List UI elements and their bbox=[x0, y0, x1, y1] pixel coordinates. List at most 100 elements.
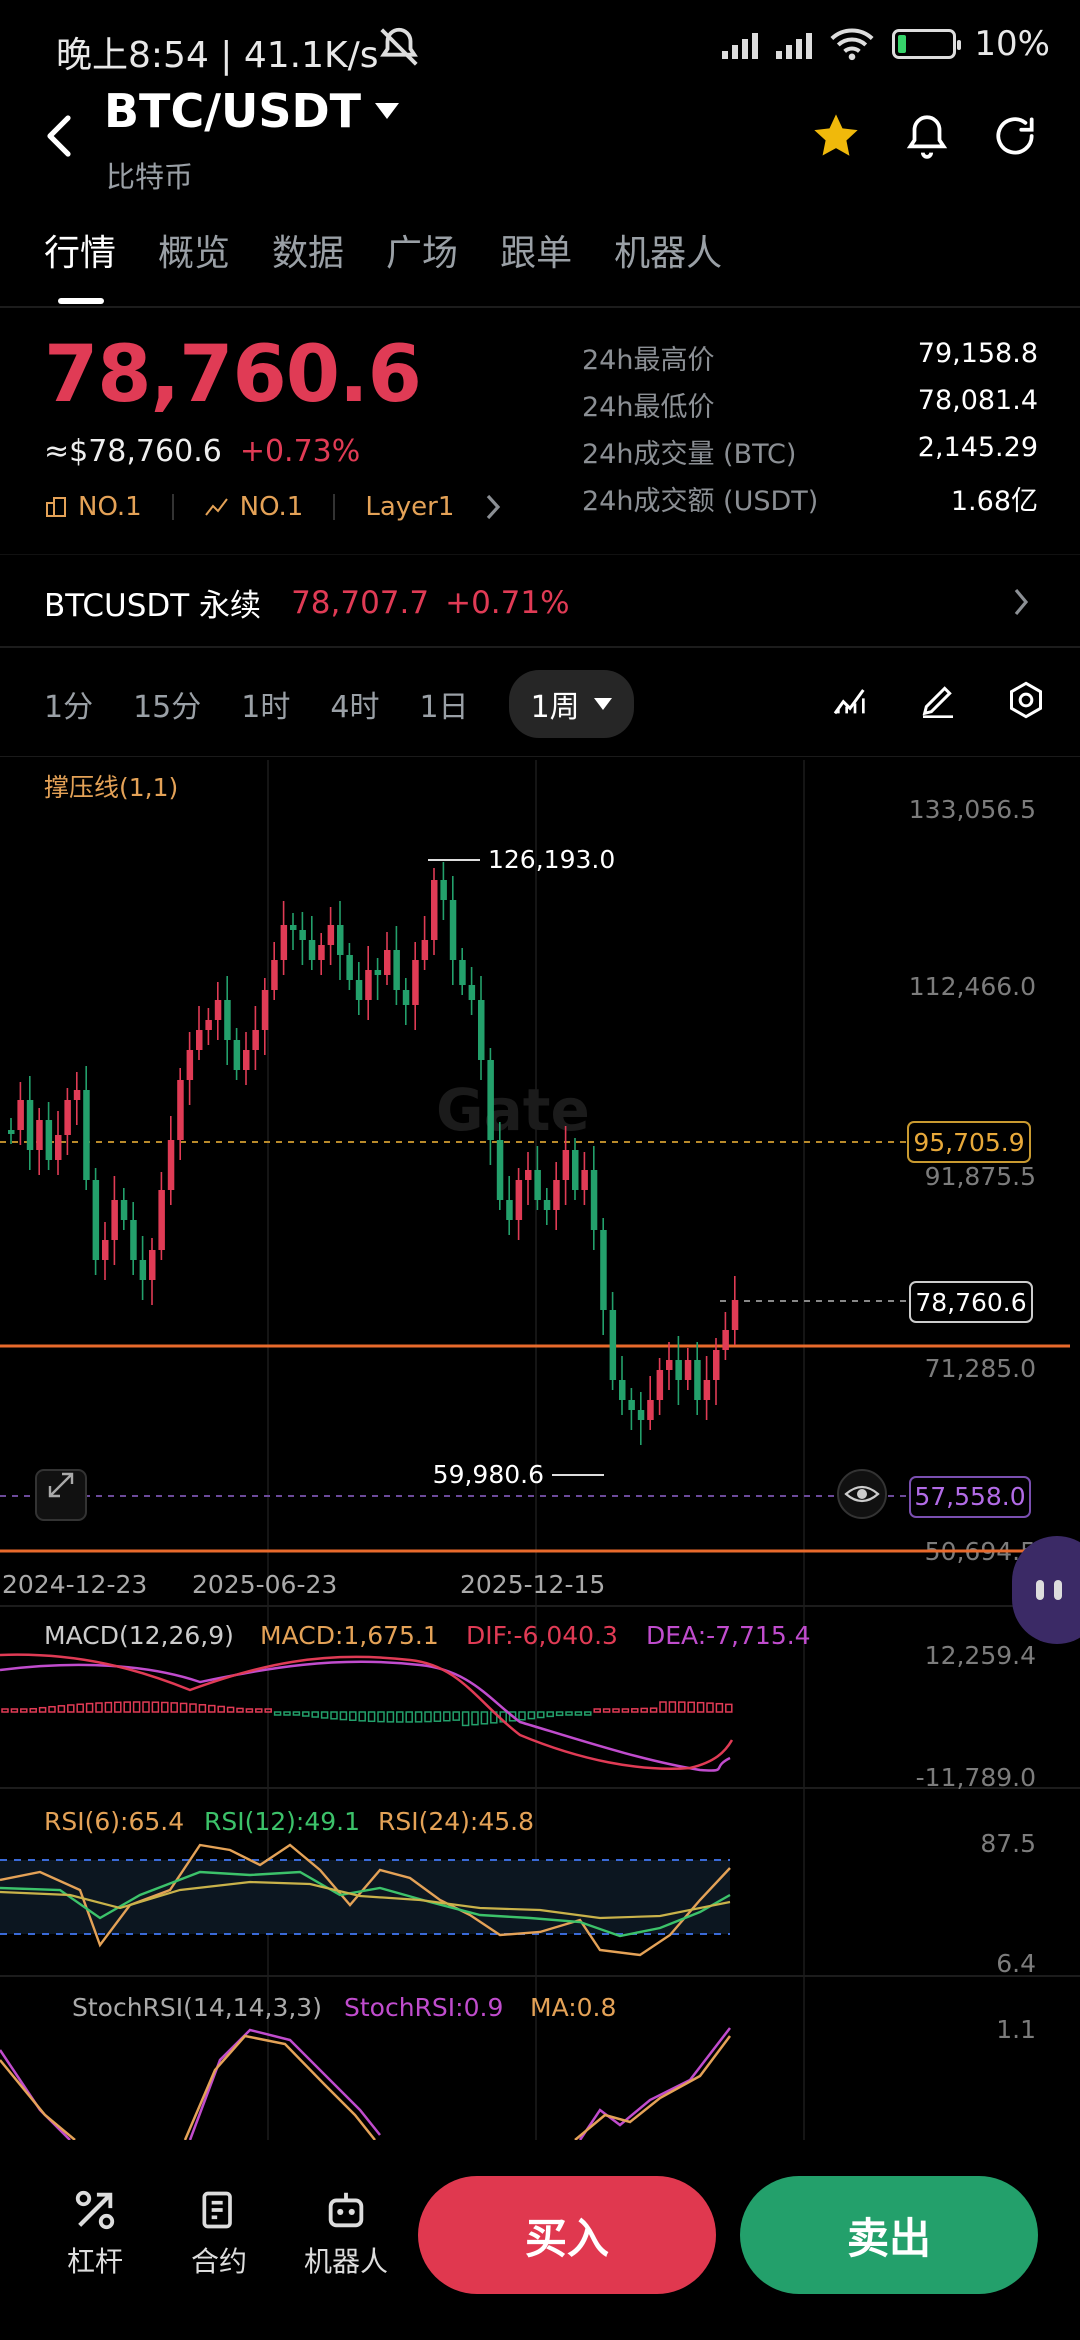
refresh-icon[interactable] bbox=[990, 110, 1040, 166]
macd-bar bbox=[20, 1708, 28, 1713]
candle-body bbox=[666, 1360, 673, 1370]
macd-bar bbox=[725, 1703, 733, 1713]
candle-body bbox=[459, 960, 466, 985]
eye-icon[interactable] bbox=[837, 1469, 887, 1519]
bot-button[interactable]: 机器人 bbox=[296, 2180, 396, 2280]
high-label: 126,193.0 bbox=[488, 845, 615, 874]
perpetual-price: 78,707.7 bbox=[291, 584, 430, 621]
candle-body bbox=[8, 1130, 15, 1134]
macd-bar bbox=[10, 1708, 19, 1713]
settings-icon[interactable] bbox=[1006, 680, 1046, 720]
stat-label: 24h成交额 (USDT) bbox=[582, 486, 819, 517]
candle-body bbox=[496, 1140, 504, 1200]
bell-icon[interactable] bbox=[902, 110, 952, 166]
status-time: 晚上8:54 | 41.1K/s bbox=[56, 35, 379, 76]
candle-body bbox=[553, 1180, 560, 1210]
macd-bar bbox=[386, 1711, 395, 1723]
macd-bar bbox=[668, 1701, 677, 1713]
candle-body bbox=[534, 1170, 541, 1200]
candle-body bbox=[149, 1250, 156, 1280]
macd-bar bbox=[678, 1701, 686, 1713]
macd-bar bbox=[283, 1711, 291, 1716]
macd-bar bbox=[1, 1708, 9, 1713]
bot-label: 机器人 bbox=[303, 2245, 388, 2278]
period-1m[interactable]: 1分 bbox=[44, 682, 93, 726]
draw-pen-icon[interactable] bbox=[918, 680, 958, 720]
tab-overview[interactable]: 概览 bbox=[158, 224, 230, 276]
stat-row: 24h最高价 79,158.8 bbox=[582, 338, 1038, 385]
rsi-top: 87.5 bbox=[980, 1829, 1036, 1858]
tab-bot[interactable]: 机器人 bbox=[614, 224, 722, 276]
stats-panel: 24h最高价 79,158.8 24h最低价 78,081.4 24h成交量 (BT… bbox=[582, 338, 1038, 526]
tab-square[interactable]: 广场 bbox=[386, 224, 458, 276]
candle-body bbox=[572, 1150, 579, 1190]
candle-body bbox=[402, 990, 410, 1005]
buy-button[interactable]: 买入 bbox=[418, 2176, 716, 2294]
candle-body bbox=[562, 1150, 570, 1180]
macd-bar bbox=[76, 1703, 84, 1713]
indicator-icon[interactable] bbox=[830, 680, 870, 720]
perpetual-row[interactable]: BTCUSDT 永续 78,707.7 +0.71% bbox=[44, 580, 570, 625]
leverage-button[interactable]: 杠杆 bbox=[50, 2180, 140, 2280]
macd-bar bbox=[574, 1711, 583, 1716]
favorite-star-icon[interactable] bbox=[810, 110, 862, 166]
macd-bar bbox=[104, 1701, 113, 1713]
divider bbox=[171, 494, 174, 520]
stoch-title: StochRSI(14,14,3,3) bbox=[72, 1993, 322, 2022]
candle-body bbox=[647, 1400, 654, 1420]
y-tick: 71,285.0 bbox=[925, 1354, 1036, 1383]
price-chart[interactable]: Gate 撑压线(1,1) 133,056.5 112,466.0 91,875… bbox=[0, 760, 1080, 2140]
rank-volume: NO.1 bbox=[204, 492, 303, 522]
candle-body bbox=[55, 1135, 62, 1160]
candle-body bbox=[177, 1080, 184, 1140]
macd-bar bbox=[396, 1711, 404, 1723]
macd-bar bbox=[687, 1701, 695, 1713]
period-15m[interactable]: 15分 bbox=[133, 682, 201, 726]
stoch-value: StochRSI:0.9 bbox=[344, 1993, 503, 2022]
macd-panel: MACD(12,26,9) MACD:1,675.1 DIF:-6,040.3 … bbox=[0, 1621, 1036, 1792]
indicator-label: 撑压线(1,1) bbox=[44, 773, 178, 802]
sell-button[interactable]: 卖出 bbox=[740, 2176, 1038, 2294]
tab-data[interactable]: 数据 bbox=[272, 224, 344, 276]
candle-body bbox=[327, 925, 335, 945]
expand-icon[interactable] bbox=[35, 1469, 87, 1521]
watermark: Gate bbox=[436, 1076, 590, 1144]
period-1d[interactable]: 1日 bbox=[419, 682, 468, 726]
candle-body bbox=[64, 1100, 71, 1135]
back-button[interactable] bbox=[40, 112, 80, 164]
candle-body bbox=[186, 1050, 194, 1080]
macd-bar bbox=[95, 1702, 103, 1713]
macd-bar bbox=[179, 1702, 188, 1713]
macd-bar bbox=[565, 1711, 573, 1716]
pair-selector[interactable]: BTC/USDT bbox=[104, 84, 400, 138]
candle-body bbox=[196, 1030, 203, 1050]
period-1h[interactable]: 1时 bbox=[241, 682, 290, 726]
period-1w[interactable]: 1周 bbox=[508, 670, 634, 738]
candle-body bbox=[318, 945, 325, 960]
macd-bar bbox=[414, 1711, 423, 1723]
macd-bar bbox=[198, 1704, 207, 1713]
macd-bar bbox=[320, 1711, 329, 1719]
macd-bar bbox=[696, 1701, 705, 1713]
y-tick: 133,056.5 bbox=[909, 795, 1036, 824]
candle-body bbox=[525, 1170, 532, 1180]
stoch-ma: MA:0.8 bbox=[530, 1993, 616, 2022]
macd-bar bbox=[424, 1711, 432, 1723]
macd-bar bbox=[358, 1711, 366, 1722]
tab-copytrade[interactable]: 跟单 bbox=[500, 224, 572, 276]
candle-body bbox=[17, 1100, 24, 1130]
period-4h[interactable]: 4时 bbox=[330, 682, 379, 726]
candle-body bbox=[243, 1050, 250, 1070]
floating-bubble[interactable] bbox=[1012, 1536, 1080, 1644]
stat-value: 1.68亿 bbox=[950, 486, 1038, 517]
chevron-right-icon[interactable] bbox=[1012, 588, 1030, 620]
candle-body bbox=[440, 880, 447, 900]
macd-bar bbox=[452, 1711, 460, 1721]
macd-bar bbox=[612, 1708, 620, 1713]
candle-body bbox=[384, 950, 391, 975]
tab-market[interactable]: 行情 bbox=[44, 224, 116, 276]
rank-row[interactable]: NO.1 NO.1 Layer1 bbox=[44, 492, 502, 522]
candle-body bbox=[290, 925, 297, 930]
contract-button[interactable]: 合约 bbox=[174, 2180, 264, 2280]
candle-body bbox=[83, 1090, 90, 1180]
